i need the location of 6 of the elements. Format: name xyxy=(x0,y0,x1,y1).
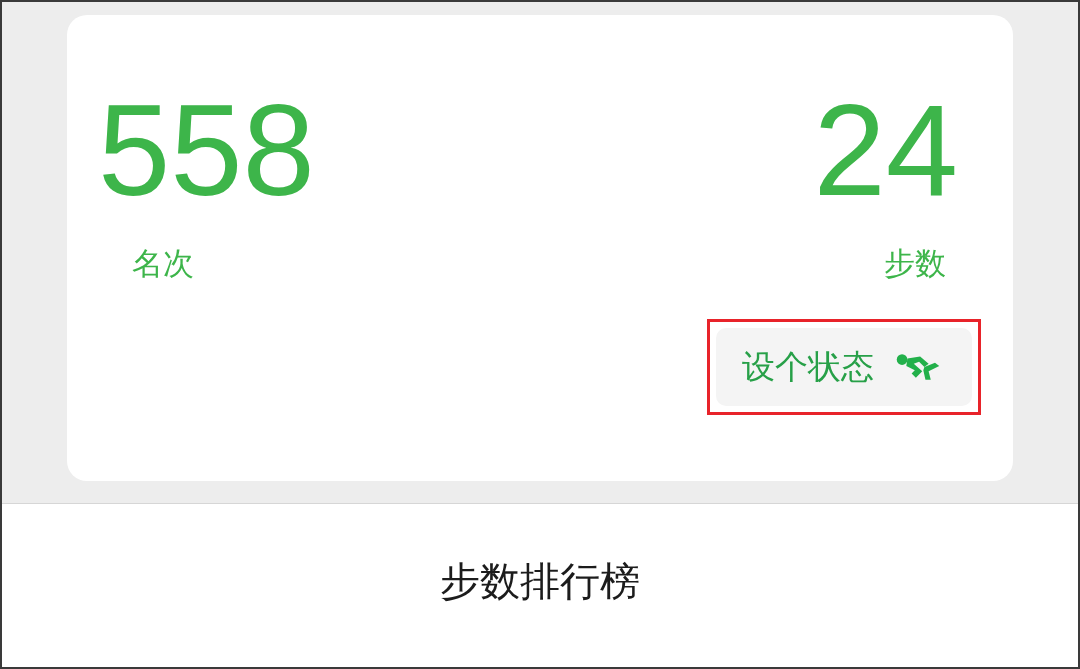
stat-label: 步数 xyxy=(884,244,946,283)
stat-number: 558 xyxy=(98,85,315,215)
status-button[interactable]: 设个状态 xyxy=(716,328,972,406)
stat-label: 名次 xyxy=(132,244,194,283)
bar-title: 步数排行榜 xyxy=(440,557,640,606)
stat-number: 24 xyxy=(813,85,958,215)
